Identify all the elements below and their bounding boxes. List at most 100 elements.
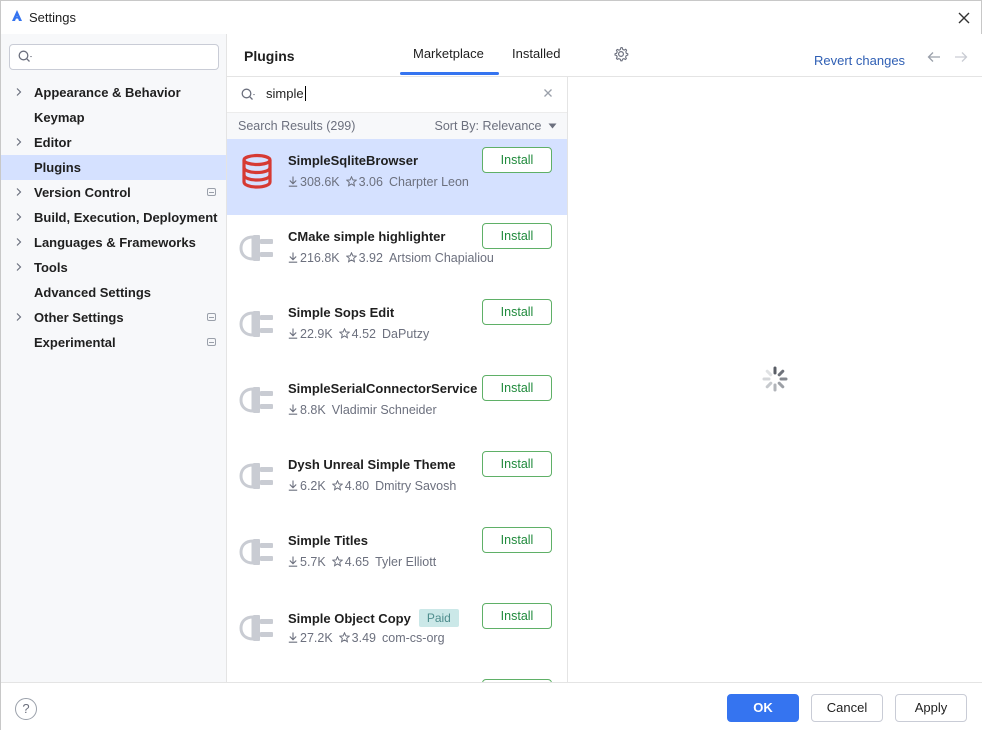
sidebar-item-experimental[interactable]: Experimental: [1, 330, 226, 355]
cancel-button[interactable]: Cancel: [811, 694, 883, 722]
install-button[interactable]: Install: [482, 375, 552, 401]
plugin-search-input[interactable]: simple: [227, 77, 567, 113]
sidebar-item-label: Tools: [34, 260, 68, 275]
install-button[interactable]: Install: [482, 147, 552, 173]
loading-spinner-icon: [762, 366, 788, 392]
chevron-right-icon[interactable]: [15, 213, 23, 221]
download-icon: [288, 556, 298, 567]
help-button[interactable]: ?: [15, 698, 37, 720]
chevron-right-icon[interactable]: [15, 313, 23, 321]
gear-icon[interactable]: [613, 46, 629, 62]
arrow-left-icon[interactable]: [927, 51, 941, 63]
search-icon: [241, 88, 255, 100]
sidebar-item-label: Advanced Settings: [34, 285, 152, 300]
install-button[interactable]: Install: [482, 451, 552, 477]
active-tab-indicator: [400, 72, 499, 75]
database-icon: [242, 153, 272, 189]
sort-label: Sort By: Relevance: [434, 119, 542, 133]
chevron-down-icon: [548, 123, 557, 129]
star-icon: [345, 251, 358, 263]
downloads-count: 216.8K: [300, 251, 340, 265]
plugin-name: Simple Sops Edit: [288, 305, 394, 320]
chevron-right-icon[interactable]: [15, 238, 23, 246]
list-item[interactable]: SimpleSerialConnectorService 8.8K Vladimir…: [227, 367, 567, 443]
rating-stat: 4.52: [338, 327, 377, 341]
sidebar-item-appearance-behavior[interactable]: Appearance & Behavior: [1, 80, 226, 105]
plugin-name-text: CMake simple highlighter: [288, 229, 446, 244]
list-item[interactable]: Simple Titles 5.7K 4.65 Tyler Elliott Instal…: [227, 519, 567, 595]
clear-search-icon[interactable]: [543, 88, 553, 98]
rating-stat: 3.49: [338, 631, 376, 645]
sidebar-item-languages-frameworks[interactable]: Languages & Frameworks: [1, 230, 226, 255]
downloads-count: 5.7K: [300, 555, 326, 569]
page-title: Plugins: [244, 48, 295, 64]
install-button[interactable]: Install: [482, 603, 552, 629]
sidebar-item-label: Appearance & Behavior: [34, 85, 181, 100]
sidebar-item-keymap[interactable]: Keymap: [1, 105, 226, 130]
plugin-name: Simple Object Copy Paid: [288, 609, 459, 627]
close-icon: [958, 12, 970, 24]
revert-changes-link[interactable]: Revert changes: [814, 53, 905, 68]
list-item[interactable]: Dysh Unreal Simple Theme 6.2K 4.80 Dmitry S…: [227, 443, 567, 519]
rating-stat: 4.65: [331, 555, 369, 569]
chevron-right-icon[interactable]: [15, 138, 23, 146]
ok-button[interactable]: OK: [727, 694, 799, 722]
sidebar-item-label: Plugins: [34, 160, 81, 175]
sidebar-item-build-execution-deployment[interactable]: Build, Execution, Deployment: [1, 205, 226, 230]
list-item[interactable]: SimpleSqliteBrowser 308.6K 3.06 Charpter Le…: [227, 139, 567, 215]
sidebar-item-plugins[interactable]: Plugins: [1, 155, 226, 180]
sidebar-item-other-settings[interactable]: Other Settings: [1, 305, 226, 330]
chevron-right-icon[interactable]: [15, 263, 23, 271]
list-item[interactable]: CMake simple highlighter 216.8K 3.92 Artsio…: [227, 215, 567, 291]
install-button[interactable]: Install: [482, 223, 552, 249]
text-caret: [304, 86, 306, 101]
settings-search-input[interactable]: [9, 44, 219, 70]
rating-value: 4.52: [351, 327, 377, 341]
plugin-vendor: com-cs-org: [382, 631, 445, 645]
plugin-name-text: Simple Object Copy: [288, 611, 411, 626]
download-icon: [288, 328, 298, 339]
star-icon: [345, 175, 358, 187]
star-icon: [338, 327, 351, 339]
results-count: Search Results (299): [238, 119, 356, 133]
downloads-count: 22.9K: [300, 327, 333, 341]
window-title: Settings: [29, 10, 76, 25]
sidebar-item-label: Version Control: [34, 185, 131, 200]
tab-marketplace[interactable]: Marketplace: [413, 46, 484, 61]
sidebar-item-editor[interactable]: Editor: [1, 130, 226, 155]
sort-dropdown[interactable]: Sort By: Relevance: [435, 119, 557, 133]
plugin-results-panel: simple Search Results (299) Sort By: Rel…: [227, 77, 568, 682]
plugin-name-text: Simple Sops Edit: [288, 305, 395, 320]
plugin-meta: 8.8K Vladimir Schneider: [288, 403, 443, 417]
plugin-plug-icon: [239, 463, 273, 489]
downloads-count: 27.2K: [300, 631, 333, 645]
plugin-vendor: Dmitry Savosh: [375, 479, 457, 493]
install-button[interactable]: Install: [482, 527, 552, 553]
chevron-right-icon[interactable]: [15, 188, 23, 196]
arrow-right-icon[interactable]: [954, 51, 968, 63]
list-item[interactable]: Simple Sops Edit 22.9K 4.52 DaPutzy Install: [227, 291, 567, 367]
close-window-button[interactable]: [953, 7, 975, 29]
plugin-meta: 216.8K 3.92 Artsiom Chapialiou: [288, 251, 500, 265]
install-button[interactable]: Install: [482, 299, 552, 325]
list-item[interactable]: Simple Object Copy Paid 27.2K 3.49 com-cs-or…: [227, 595, 567, 671]
downloads-count: 308.6K: [300, 175, 340, 189]
download-icon: [288, 632, 298, 643]
chevron-right-icon[interactable]: [15, 88, 23, 96]
sidebar-item-label: Other Settings: [34, 310, 124, 325]
download-stat: 8.8K: [288, 403, 326, 417]
dialog-footer: ? OK Cancel Apply: [1, 682, 982, 731]
sidebar-item-version-control[interactable]: Version Control: [1, 180, 226, 205]
star-icon: [338, 631, 351, 643]
tab-installed[interactable]: Installed: [512, 46, 560, 61]
plugins-header: Plugins Marketplace Installed Revert cha…: [227, 34, 982, 77]
downloads-count: 6.2K: [300, 479, 326, 493]
plugin-name-text: Dysh Unreal Simple Theme: [288, 457, 456, 472]
apply-button[interactable]: Apply: [895, 694, 967, 722]
downloads-count: 8.8K: [300, 403, 326, 417]
app-logo-icon: [12, 10, 22, 21]
download-icon: [288, 252, 298, 263]
download-stat: 6.2K: [288, 479, 326, 493]
sidebar-item-tools[interactable]: Tools: [1, 255, 226, 280]
sidebar-item-advanced-settings[interactable]: Advanced Settings: [1, 280, 226, 305]
